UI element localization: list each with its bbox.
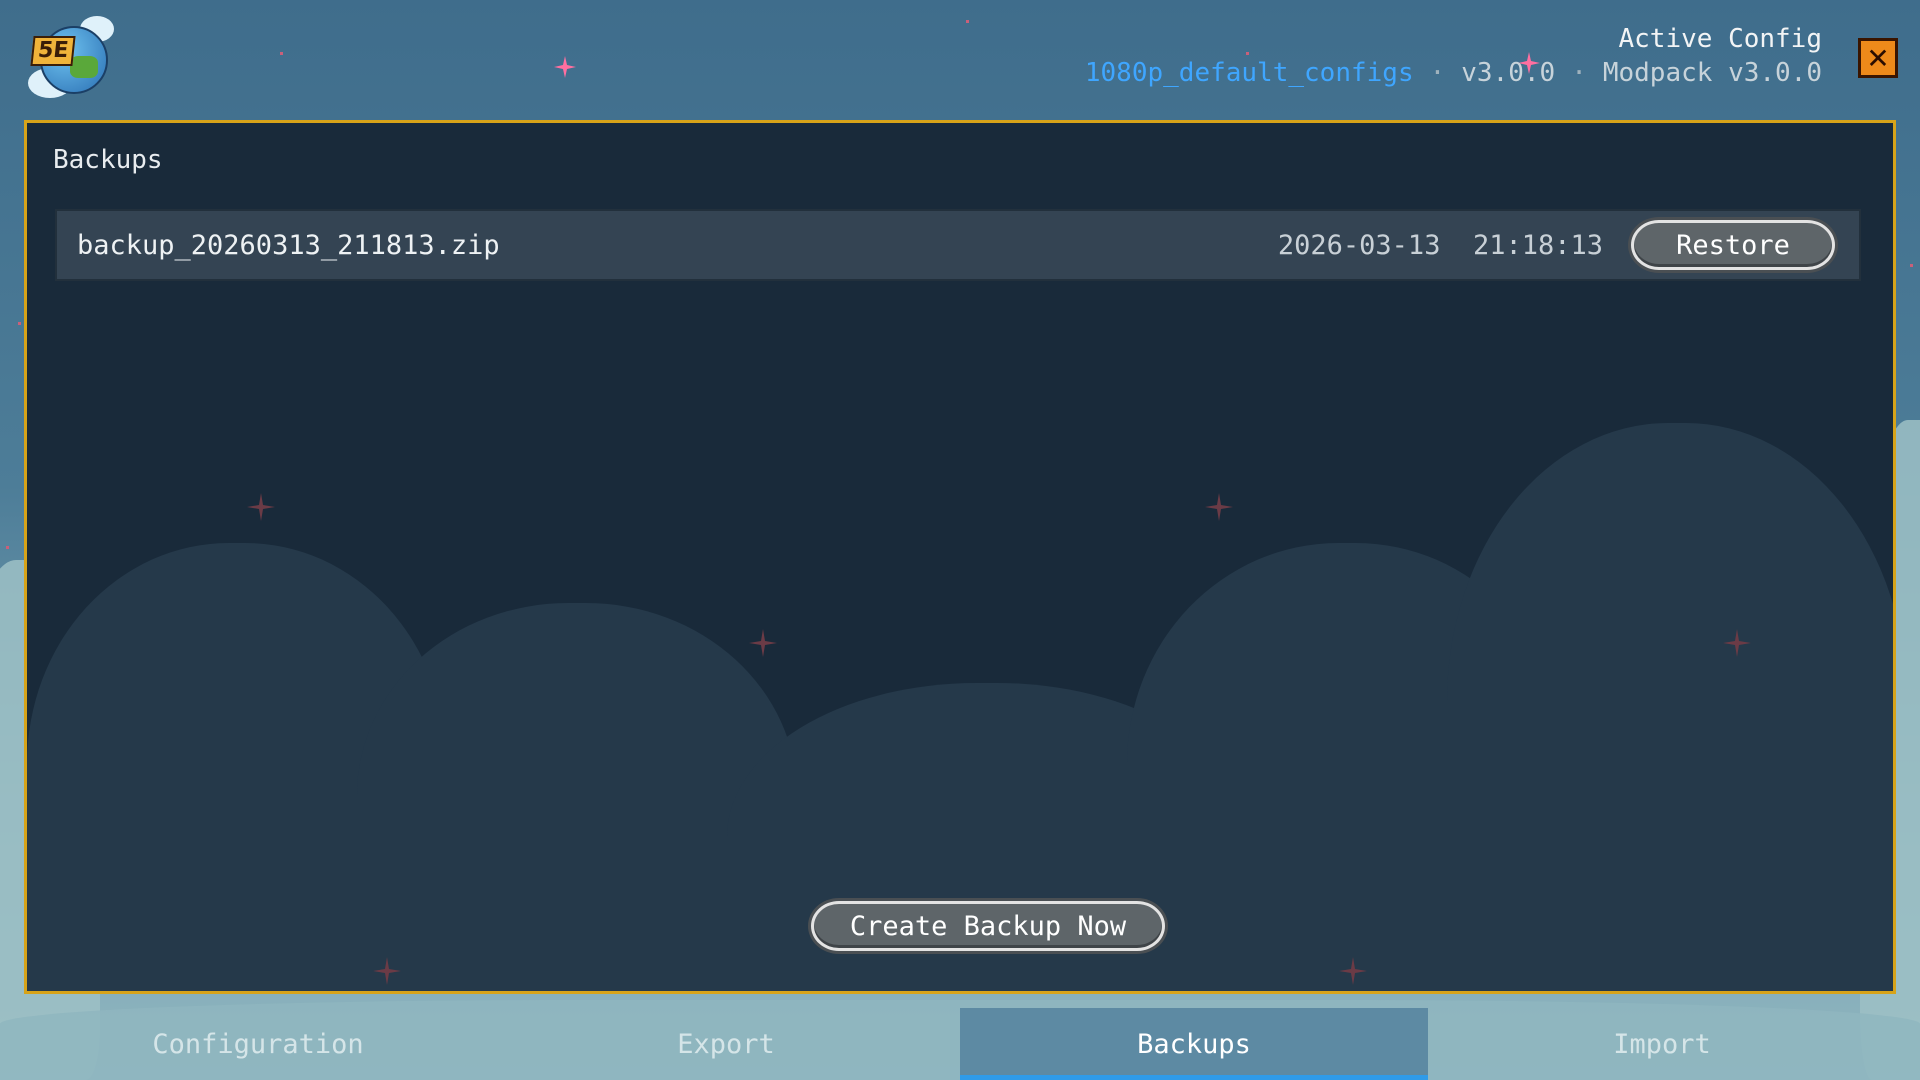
backup-timestamp: 2026-03-13 21:18:13 [1277,229,1603,261]
background-star [966,20,969,23]
background-star [280,52,283,55]
backups-panel: Backups backup_20260313_211813.zip 2026-… [24,120,1896,994]
background-star [18,322,21,325]
tab-export[interactable]: Export [492,1008,960,1080]
app-logo: 5E [28,16,116,102]
background-star [6,546,9,549]
panel-cloud [27,543,447,991]
create-backup-button[interactable]: Create Backup Now [811,901,1165,951]
sparkle-icon [1723,629,1751,657]
logo-badge: 5E [30,36,76,66]
sparkle-icon [554,56,576,78]
active-config-details: 1080p_default_configs · v3.0.0 · Modpack v3.… [1085,56,1822,90]
panel-title: Backups [53,145,163,175]
panel-cloud [1127,543,1567,991]
config-version: v3.0.0 [1461,58,1556,88]
modpack-version: Modpack v3.0.0 [1602,58,1822,88]
config-name-link[interactable]: 1080p_default_configs [1085,58,1414,88]
close-button[interactable]: ✕ [1858,38,1898,78]
active-config-label: Active Config [1618,24,1823,54]
sparkle-icon [247,493,275,521]
panel-cloud [357,603,797,991]
backup-list-item: backup_20260313_211813.zip 2026-03-13 21… [55,209,1861,281]
island-icon [70,56,98,78]
restore-button[interactable]: Restore [1631,220,1835,270]
tab-import[interactable]: Import [1428,1008,1896,1080]
separator-dot: · [1571,58,1587,88]
background-star [1910,264,1913,267]
bottom-tab-bar: Configuration Export Backups Import [24,1008,1896,1080]
tab-backups[interactable]: Backups [960,1008,1428,1080]
sparkle-icon [1339,957,1367,985]
sparkle-icon [373,957,401,985]
active-config-info: Active Config 1080p_default_configs · v3.0… [1085,22,1822,90]
close-x-icon: ✕ [1866,41,1890,75]
panel-cloud [1447,423,1893,991]
sparkle-icon [749,629,777,657]
backup-filename: backup_20260313_211813.zip [77,229,500,261]
sparkle-icon [1205,493,1233,521]
separator-dot: · [1429,58,1446,88]
tab-configuration[interactable]: Configuration [24,1008,492,1080]
